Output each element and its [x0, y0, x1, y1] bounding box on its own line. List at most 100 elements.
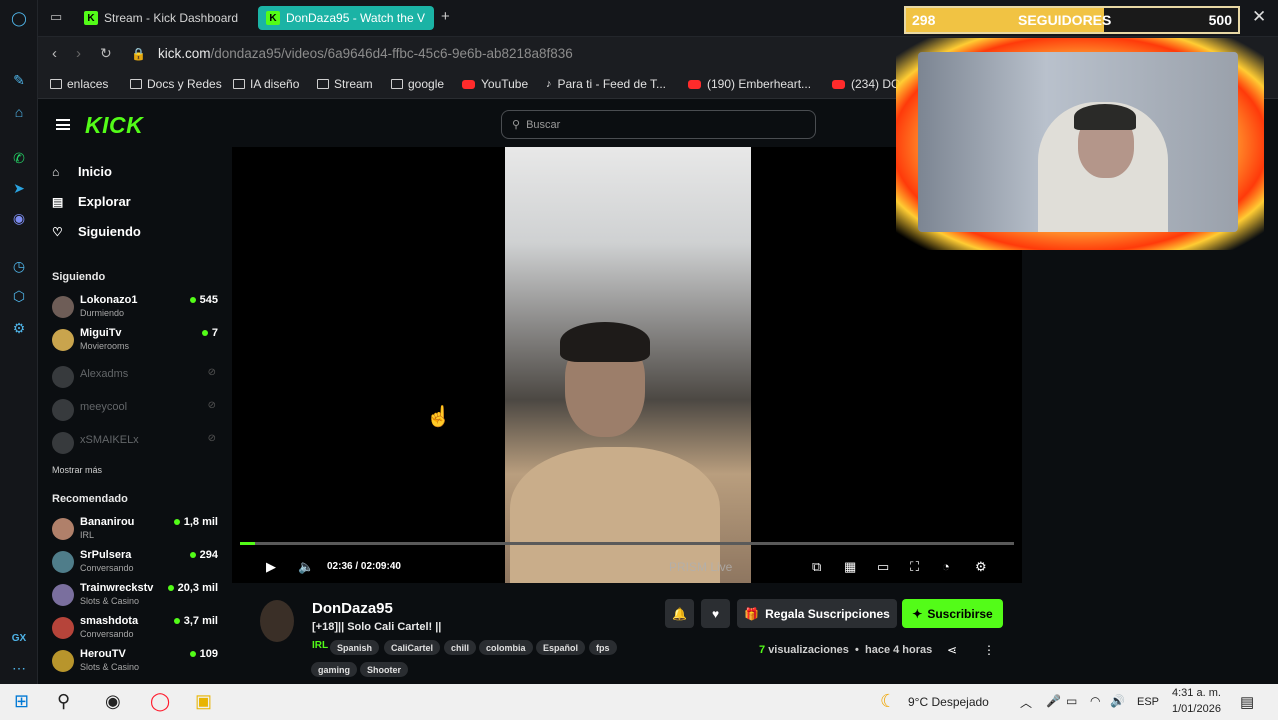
battery-icon[interactable]: ▭	[1066, 694, 1077, 708]
youtube-icon	[688, 79, 701, 89]
bookmark-stream[interactable]: Stream	[317, 77, 373, 91]
following-item-xsmaikelx[interactable]: xSMAIKELx ⊘	[50, 429, 220, 459]
opera-logo-icon[interactable]: ◯	[9, 8, 29, 28]
tag[interactable]: gaming	[311, 662, 358, 677]
forward-icon[interactable]: ›	[76, 45, 81, 62]
bookmark-youtube[interactable]: YouTube	[462, 77, 528, 91]
file-explorer-icon[interactable]: ▣	[195, 691, 212, 712]
volume-icon[interactable]: 🔈	[298, 559, 314, 575]
subscribe-button[interactable]: ✦ Suscribirse	[902, 599, 1003, 628]
bookmark-docs-redes[interactable]: Docs y Redes	[130, 77, 222, 91]
wifi-icon[interactable]: ◠	[1090, 694, 1100, 708]
recommended-item-bananirou[interactable]: Bananirou IRL 1,8 mil	[50, 515, 220, 545]
reload-icon[interactable]: ↻	[100, 45, 112, 62]
aria-icon[interactable]: ✎	[9, 70, 29, 90]
nav-explorar[interactable]: ▤ Explorar	[52, 194, 131, 209]
search-icon[interactable]: ⚲	[57, 691, 70, 712]
offline-icon: ⊘	[207, 433, 216, 444]
close-window-icon[interactable]: ✕	[1252, 7, 1266, 27]
folder-icon	[50, 79, 62, 89]
tag[interactable]: chill	[444, 640, 477, 655]
progress-bar[interactable]	[240, 542, 1014, 545]
player-controls: ▶ 🔈 02:36 / 02:09:40 ⧉ ▦ ▭ ⛶ ◔ ⚙	[232, 552, 1022, 582]
theater-mode-icon[interactable]: ▭	[877, 559, 889, 575]
clock-date[interactable]: 1/01/2026	[1172, 703, 1221, 715]
mic-icon[interactable]: 🎤	[1046, 694, 1061, 708]
folder-icon	[391, 79, 403, 89]
bookmark-google[interactable]: google	[391, 77, 444, 91]
channel-name[interactable]: DonDaza95	[312, 600, 393, 617]
extensions-icon[interactable]: ⬡	[9, 286, 29, 306]
history-icon[interactable]: ◷	[9, 256, 29, 276]
recommended-item-smashdota[interactable]: smashdota Conversando 3,7 mil	[50, 614, 220, 644]
avatar	[52, 650, 74, 672]
tray-chevron-icon[interactable]: ︿	[1020, 694, 1032, 711]
recommended-item-srpulsera[interactable]: SrPulsera Conversando 294	[50, 548, 220, 578]
recommended-heading: Recomendado	[52, 493, 128, 505]
tag[interactable]: CaliCartel	[384, 640, 441, 655]
following-item-lokonazo1[interactable]: Lokonazo1 Durmiendo 545	[50, 293, 220, 323]
crypto-wallet-icon[interactable]: ⌂	[9, 102, 29, 122]
opera-gx-icon[interactable]: ◯	[150, 691, 170, 712]
channel-avatar[interactable]	[260, 600, 294, 642]
nav-siguiendo[interactable]: ♡ Siguiendo	[52, 224, 141, 239]
video-frame	[505, 147, 751, 583]
weather-text[interactable]: 9°C Despejado	[908, 695, 989, 709]
notification-button[interactable]: 🔔	[665, 599, 694, 628]
share-icon[interactable]: ⋖	[947, 643, 957, 657]
clip-icon[interactable]: ▦	[844, 559, 856, 575]
tab-menu-icon[interactable]: ▭	[50, 9, 62, 25]
whatsapp-icon[interactable]: ✆	[9, 148, 29, 168]
star-icon: ✦	[912, 606, 923, 621]
search-input[interactable]: ⚲ Buscar	[501, 110, 816, 139]
clock-time[interactable]: 4:31 a. m.	[1172, 687, 1221, 699]
url-field[interactable]: kick.com/dondaza95/videos/6a9646d4-ffbc-…	[158, 46, 573, 61]
follow-button[interactable]: ♥	[701, 599, 730, 628]
bookmark-emberheart[interactable]: (190) Emberheart...	[688, 77, 811, 91]
following-item-alexadms[interactable]: Alexadms ⊘	[50, 363, 220, 393]
tab-kick-dashboard[interactable]: K Stream - Kick Dashboard	[76, 6, 256, 30]
category-link[interactable]: IRL	[312, 640, 328, 651]
tag[interactable]: Español	[536, 640, 586, 655]
tab-dondaza95[interactable]: K DonDaza95 - Watch the V	[258, 6, 434, 30]
avatar	[52, 551, 74, 573]
play-icon[interactable]: ▶	[266, 559, 276, 575]
tiktok-icon: ♪	[546, 78, 552, 90]
gx-icon[interactable]: GX	[9, 628, 29, 648]
language-indicator[interactable]: ESP	[1137, 696, 1159, 708]
pip-icon[interactable]: ⧉	[812, 559, 821, 575]
folder-icon	[317, 79, 329, 89]
volume-icon[interactable]: 🔊	[1110, 694, 1125, 708]
notifications-icon[interactable]: ▤	[1240, 693, 1254, 711]
settings-icon[interactable]: ⚙	[9, 318, 29, 338]
show-more-link[interactable]: Mostrar más	[52, 465, 102, 475]
tag[interactable]: colombia	[479, 640, 533, 655]
kick-logo[interactable]: KICK	[85, 112, 143, 139]
tag[interactable]: Spanish	[330, 640, 380, 655]
gift-subs-button[interactable]: 🎁 Regala Suscripciones	[737, 599, 897, 628]
nav-inicio[interactable]: ⌂ Inicio	[52, 164, 112, 179]
bookmark-ia-diseno[interactable]: IA diseño	[233, 77, 299, 91]
recommended-item-heroutv[interactable]: HerouTV Slots & Casino 109	[50, 647, 220, 677]
recommended-item-trainwreckstv[interactable]: Trainwreckstv Slots & Casino 20,3 mil	[50, 581, 220, 611]
following-item-meeycool[interactable]: meeycool ⊘	[50, 396, 220, 426]
tag[interactable]: fps	[589, 640, 617, 655]
following-item-miguitv[interactable]: MiguiTv Movierooms 7	[50, 326, 220, 356]
more-options-icon[interactable]: ⋮	[983, 643, 995, 657]
settings-icon[interactable]: ⚙	[975, 559, 987, 575]
menu-icon[interactable]	[56, 119, 70, 130]
obs-icon[interactable]: ◉	[105, 691, 121, 712]
avatar	[52, 399, 74, 421]
browse-icon: ▤	[52, 194, 64, 209]
new-tab-icon[interactable]: +	[441, 8, 450, 25]
bookmark-tiktok[interactable]: ♪ Para ti - Feed de T...	[546, 77, 666, 91]
back-icon[interactable]: ‹	[52, 45, 57, 62]
telegram-icon[interactable]: ➤	[9, 178, 29, 198]
discord-icon[interactable]: ◉	[9, 208, 29, 228]
fullscreen-icon[interactable]: ⛶	[910, 559, 919, 575]
speed-icon[interactable]: ◔	[942, 559, 950, 574]
bookmark-enlaces[interactable]: enlaces	[50, 77, 108, 91]
more-icon[interactable]: ⋯	[9, 658, 29, 678]
tag[interactable]: Shooter	[360, 662, 409, 677]
start-icon[interactable]: ⊞	[14, 691, 29, 712]
